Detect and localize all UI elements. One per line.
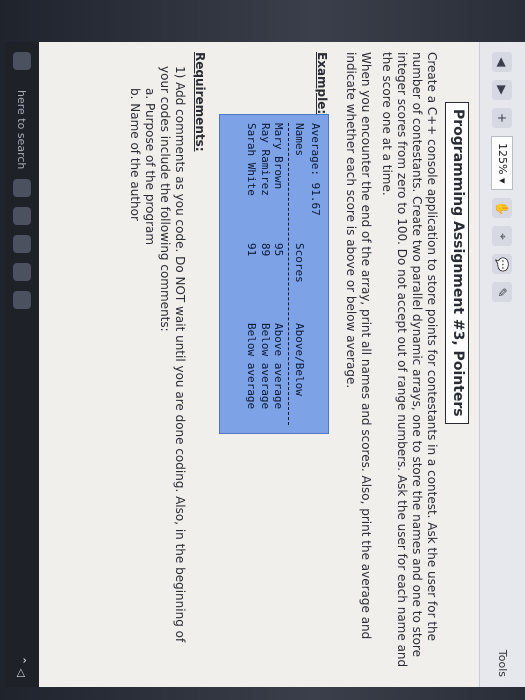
task-view-icon[interactable] — [13, 179, 31, 198]
windows-start-icon[interactable] — [13, 52, 31, 70]
requirements-list: 1) Add comments as you code. Do NOT wait… — [127, 66, 187, 666]
tools-menu[interactable]: Tools — [496, 650, 509, 677]
store-icon[interactable] — [13, 263, 31, 282]
requirements-title: Requirements: — [193, 52, 207, 152]
zoom-select[interactable]: 125% ▾ — [491, 136, 514, 191]
select-icon[interactable]: ⌖ — [492, 226, 513, 247]
requirement-item: 1) Add comments as you code. Do NOT wait… — [158, 66, 187, 643]
add-icon[interactable]: + — [492, 108, 513, 128]
example-average: Average: 91.67 — [309, 123, 322, 216]
zoom-label: 125% — [496, 143, 509, 175]
table-row: Ray Ramirez 89 Below average — [258, 123, 272, 425]
row-score: 89 — [258, 243, 272, 257]
row-result: Above average — [272, 323, 286, 410]
forward-icon[interactable]: ▶ — [492, 80, 513, 100]
row-name: Mary Brown — [272, 123, 286, 190]
row-score: 95 — [272, 243, 286, 257]
back-icon[interactable]: ◀ — [492, 52, 513, 72]
pen-icon[interactable]: ✎ — [492, 282, 513, 303]
system-tray[interactable]: ⌃ ◁ — [16, 656, 29, 677]
mail-icon[interactable] — [13, 291, 31, 310]
browser-icon[interactable] — [13, 235, 31, 254]
chevron-down-icon: ▾ — [496, 174, 509, 184]
header-scores: Scores — [293, 243, 307, 283]
taskbar: here to search ⌃ ◁ — [5, 42, 39, 687]
hand-icon[interactable]: ✋ — [492, 198, 513, 219]
requirement-subitem: a. Purpose of the program — [143, 88, 157, 246]
row-score: 91 — [245, 243, 258, 257]
requirement-subitem: b. Name of the author — [128, 88, 142, 221]
taskbar-search[interactable]: here to search — [16, 90, 29, 169]
example-label: Example: — [315, 52, 329, 115]
example-header-row: Names Scores Above/Below — [293, 123, 307, 425]
row-result: Below average — [258, 323, 272, 410]
page-title: Programming Assignment #3, Pointers — [445, 102, 469, 424]
screen: ◀ ▶ + 125% ▾ ✋ ⌖ 💬 ✎ Tools Programming A… — [5, 42, 525, 687]
paragraph-1: Create a C++ console application to stor… — [380, 52, 439, 668]
file-explorer-icon[interactable] — [13, 207, 31, 226]
ribbon-toolbar: ◀ ▶ + 125% ▾ ✋ ⌖ 💬 ✎ Tools — [479, 42, 525, 687]
document-page: ◀ ▶ + 125% ▾ ✋ ⌖ 💬 ✎ Tools Programming A… — [5, 42, 525, 687]
example-separator — [288, 123, 290, 425]
header-above-below: Above/Below — [293, 323, 307, 396]
table-row: Sarah White 91 Below average — [244, 123, 258, 425]
example-output-box: Average: 91.67 Names Scores Above/Below … — [219, 114, 329, 434]
header-names: Names — [293, 123, 307, 157]
row-result: Below average — [245, 323, 258, 410]
table-row: Mary Brown 95 Above average — [272, 123, 286, 425]
row-name: Sarah White — [245, 123, 258, 196]
comment-icon[interactable]: 💬 — [492, 254, 513, 275]
paragraph-2: When you encounter the end of the array,… — [344, 52, 373, 640]
document-content: Programming Assignment #3, Pointers Crea… — [19, 52, 469, 672]
row-name: Ray Ramirez — [258, 123, 272, 196]
